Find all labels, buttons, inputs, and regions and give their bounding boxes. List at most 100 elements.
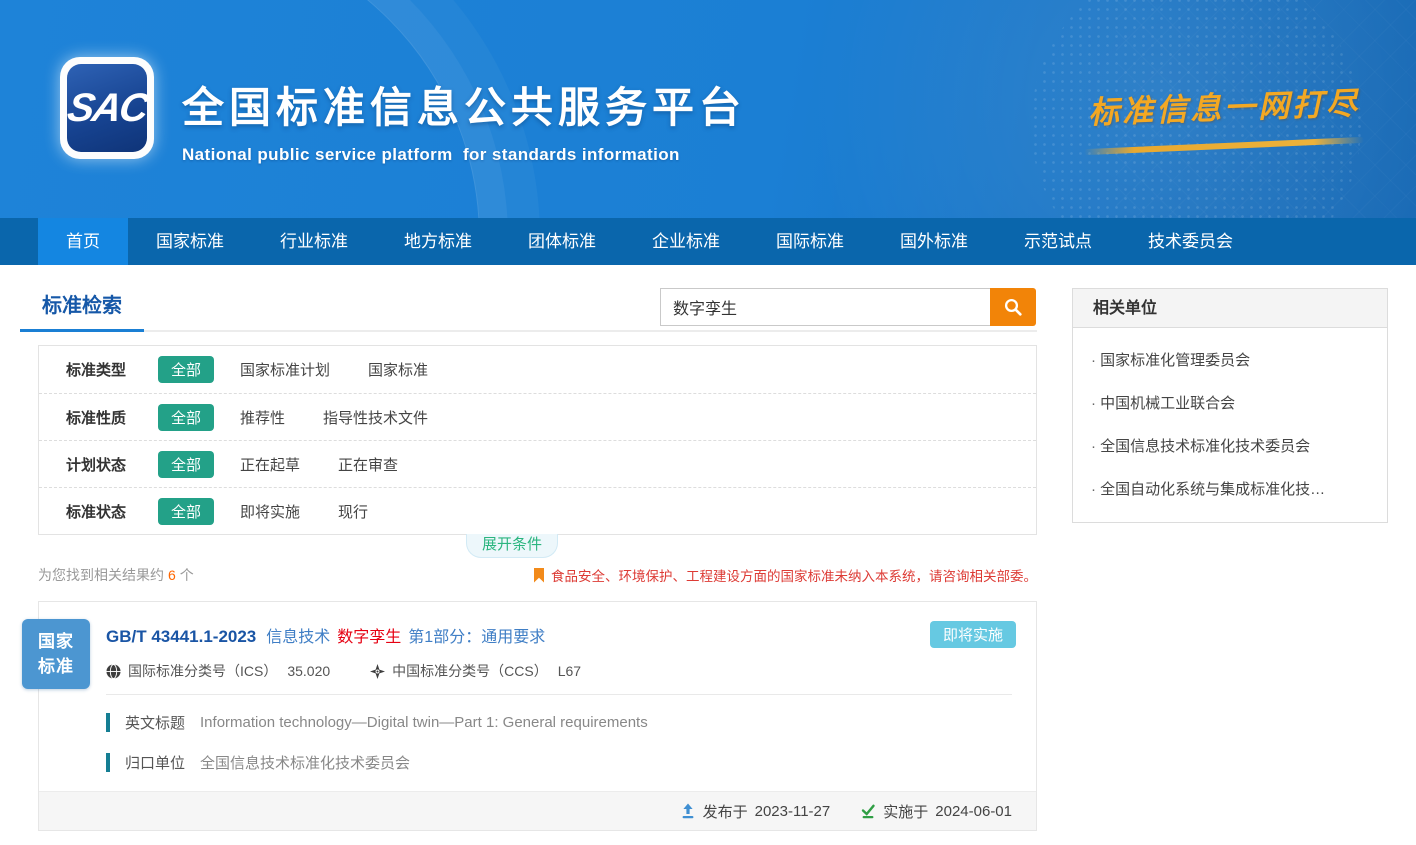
nav-item-international-standards[interactable]: 国际标准 [748,218,872,265]
detail-row-committee: 归口单位 全国信息技术标准化技术委员会 [106,749,1036,775]
summary-prefix: 为您找到相关结果约 [38,567,164,583]
type-badge-line1: 国家 [38,629,74,654]
results-summary: 为您找到相关结果约6个 [38,565,194,585]
related-unit-item[interactable]: 全国信息技术标准化技术委员会 [1089,424,1371,467]
tab-standard-search[interactable]: 标准检索 [20,289,144,332]
system-notice: 食品安全、环境保护、工程建设方面的国家标准未纳入本系统，请咨询相关部委。 [534,565,1037,585]
summary-suffix: 个 [180,567,194,583]
filter-label: 标准性质 [66,407,158,428]
site-subtitle: National public service platform for sta… [182,145,746,165]
implement-check-icon [860,803,876,819]
card-divider [106,694,1012,695]
nav-item-group-standards[interactable]: 团体标准 [500,218,624,265]
site-title-block: 全国标准信息公共服务平台 National public service pla… [182,74,746,165]
filter-option[interactable]: 正在起草 [240,454,300,475]
filter-label: 计划状态 [66,454,158,475]
page: SAC 全国标准信息公共服务平台 National public service… [0,0,1416,845]
site-title: 全国标准信息公共服务平台 [182,74,746,135]
sac-logo-inner: SAC [67,64,147,152]
filter-option[interactable]: 国家标准 [368,359,428,380]
type-badge-line2: 标准 [38,654,74,679]
nav-item-national-standards[interactable]: 国家标准 [128,218,252,265]
results-summary-row: 为您找到相关结果约6个 食品安全、环境保护、工程建设方面的国家标准未纳入本系统，… [38,565,1037,585]
ics-label: 国际标准分类号（ICS） [128,661,277,681]
published-date-item: 发布于 2023-11-27 [680,801,831,822]
title-highlight: 数字孪生 [337,629,401,646]
ccs-value: L67 [558,663,581,679]
notice-text: 食品安全、环境保护、工程建设方面的国家标准未纳入本系统，请咨询相关部委。 [551,565,1037,585]
filter-all-badge[interactable]: 全部 [158,498,214,525]
nav-item-technical-committees[interactable]: 技术委员会 [1120,218,1261,265]
filter-option[interactable]: 现行 [338,501,368,522]
related-unit-item[interactable]: 中国机械工业联合会 [1089,381,1371,424]
teal-bar-decoration [106,753,110,772]
filter-option[interactable]: 指导性技术文件 [323,407,428,428]
expand-conditions-button[interactable]: 展开条件 [466,534,558,558]
filter-row-standard-type: 标准类型 全部 国家标准计划 国家标准 [39,346,1036,393]
card-footer: 发布于 2023-11-27 实施于 2024-06-01 [39,791,1036,830]
filter-option[interactable]: 推荐性 [240,407,285,428]
search-icon [1003,297,1023,317]
filter-all-badge[interactable]: 全部 [158,404,214,431]
published-label: 发布于 [703,801,748,822]
filter-all-badge[interactable]: 全部 [158,451,214,478]
results-count: 6 [168,567,176,583]
globe-icon [106,664,121,679]
card-meta-row: 国际标准分类号（ICS） 35.020 中国标准分类号（CCS） L67 [106,661,1036,681]
implemented-label: 实施于 [883,801,928,822]
nav-item-pilot-demonstration[interactable]: 示范试点 [996,218,1120,265]
detail-row-english-title: 英文标题 Information technology—Digital twin… [106,709,1036,735]
filter-option[interactable]: 即将实施 [240,501,300,522]
related-units-list: 国家标准化管理委员会 中国机械工业联合会 全国信息技术标准化技术委员会 全国自动… [1073,328,1387,522]
main-nav: 首页 国家标准 行业标准 地方标准 团体标准 企业标准 国际标准 国外标准 示范… [0,218,1416,265]
bookmark-icon [534,568,544,583]
nav-item-foreign-standards[interactable]: 国外标准 [872,218,996,265]
filter-panel: 标准类型 全部 国家标准计划 国家标准 标准性质 全部 推荐性 指导性技术文件 [38,345,1037,535]
filter-option[interactable]: 国家标准计划 [240,359,330,380]
filter-row-standard-status: 标准状态 全部 即将实施 现行 [39,487,1036,534]
standard-type-badge: 国家 标准 [22,619,90,689]
result-title-link[interactable]: GB/T 43441.1-2023 信息技术数字孪生第1部分：通用要求 [106,623,552,647]
ccs-label: 中国标准分类号（CCS） [392,661,548,681]
site-header: SAC 全国标准信息公共服务平台 National public service… [0,0,1416,218]
filter-label: 标准状态 [66,501,158,522]
search-input[interactable] [660,288,990,326]
filter-row-plan-status: 计划状态 全部 正在起草 正在审查 [39,440,1036,487]
result-card: 国家 标准 GB/T 43441.1-2023 信息技术数字孪生第1部分：通用要求… [38,601,1037,831]
standard-code: GB/T 43441.1-2023 [106,627,256,646]
ics-value: 35.020 [287,663,330,679]
implemented-date: 2024-06-01 [935,803,1012,820]
related-unit-item[interactable]: 国家标准化管理委员会 [1089,338,1371,381]
sac-logo-text: SAC [64,86,150,131]
search-box [660,288,1036,326]
implemented-date-item: 实施于 2024-06-01 [860,801,1012,822]
sac-logo[interactable]: SAC [60,57,154,159]
detail-label: 归口单位 [125,752,185,773]
nav-item-local-standards[interactable]: 地方标准 [376,218,500,265]
main-column: 标准检索 标准类型 全部 [38,280,1037,831]
status-badge: 即将实施 [930,621,1016,648]
filter-label: 标准类型 [66,359,158,380]
related-units-title: 相关单位 [1073,289,1387,328]
title-part1: 信息技术 [266,629,330,646]
content-area: 标准检索 标准类型 全部 [0,265,1416,831]
nav-item-industry-standards[interactable]: 行业标准 [252,218,376,265]
header-slogan: 标准信息一网打尽 [1088,82,1388,149]
nav-item-enterprise-standards[interactable]: 企业标准 [624,218,748,265]
filter-option[interactable]: 正在审查 [338,454,398,475]
related-unit-item[interactable]: 全国自动化系统与集成标准化技… [1089,467,1371,510]
title-part2: 第1部分：通用要求 [408,629,545,646]
publish-upload-icon [680,803,696,819]
compass-icon [370,664,385,679]
nav-item-home[interactable]: 首页 [38,218,128,265]
slogan-text: 标准信息一网打尽 [1087,77,1388,132]
filter-row-standard-nature: 标准性质 全部 推荐性 指导性技术文件 [39,393,1036,440]
search-section: 标准检索 [38,280,1037,332]
detail-value: 全国信息技术标准化技术委员会 [200,752,410,773]
search-button[interactable] [990,288,1036,326]
detail-label: 英文标题 [125,712,185,733]
filter-all-badge[interactable]: 全部 [158,356,214,383]
detail-value: Information technology—Digital twin—Part… [200,714,648,731]
card-header: GB/T 43441.1-2023 信息技术数字孪生第1部分：通用要求 即将实施 [106,602,1036,648]
related-units-panel: 相关单位 国家标准化管理委员会 中国机械工业联合会 全国信息技术标准化技术委员会… [1072,288,1388,523]
